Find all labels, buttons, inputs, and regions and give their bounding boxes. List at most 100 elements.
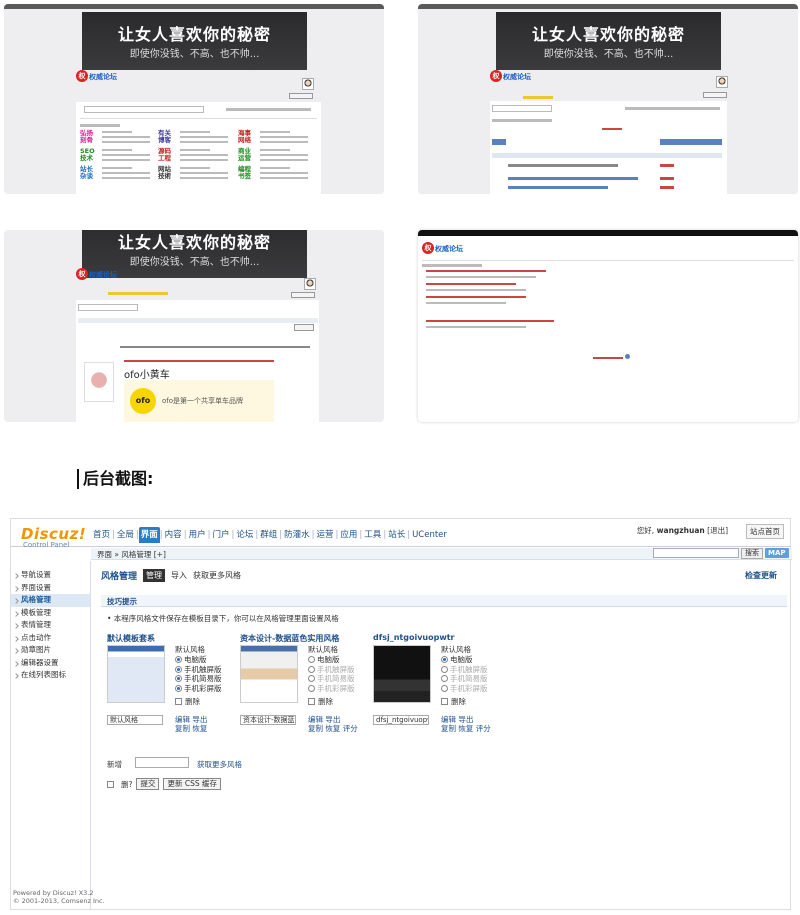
get-more-styles-link[interactable]: 获取更多风格 bbox=[197, 759, 242, 770]
style-link[interactable]: 编辑 bbox=[175, 715, 192, 724]
style-option[interactable]: 手机彩屏版 bbox=[441, 684, 488, 694]
map-button[interactable]: MAP bbox=[765, 548, 789, 558]
style-option[interactable]: 手机简易版 bbox=[175, 674, 222, 684]
forum-category[interactable]: 网站 技術 bbox=[158, 166, 174, 180]
pagination[interactable] bbox=[660, 139, 722, 145]
radio-3[interactable] bbox=[441, 675, 448, 683]
forum-category[interactable]: 站长 杂谈 bbox=[80, 166, 96, 180]
admin-search-button[interactable]: 搜索 bbox=[741, 548, 763, 559]
site-home-button[interactable]: 站点首页 bbox=[746, 524, 784, 539]
login-button[interactable] bbox=[289, 93, 313, 99]
sidebar-item[interactable]: 勋章图片 bbox=[11, 644, 90, 657]
footer-link[interactable] bbox=[593, 357, 623, 359]
sidebar-item[interactable]: 导航设置 bbox=[11, 569, 90, 582]
sidebar-item[interactable]: 编辑器设置 bbox=[11, 657, 90, 670]
delete-checkbox[interactable] bbox=[175, 697, 182, 705]
new-style-input[interactable] bbox=[135, 757, 189, 768]
delete-checkbox[interactable] bbox=[441, 697, 448, 705]
style-link[interactable]: 恢复 bbox=[192, 724, 207, 733]
radio-1[interactable] bbox=[441, 655, 448, 663]
radio-2[interactable] bbox=[175, 665, 182, 673]
style-name[interactable]: 资本设计-数据蓝色实用风格 bbox=[240, 633, 339, 644]
style-link[interactable]: 编辑 bbox=[441, 715, 458, 724]
sidebar-item[interactable]: 表情管理 bbox=[11, 619, 90, 632]
login-button[interactable] bbox=[703, 92, 727, 98]
forum-category[interactable]: 弘扬 刻骨 bbox=[80, 130, 96, 144]
style-option[interactable]: 手机彩屏版 bbox=[308, 684, 355, 694]
thread-author[interactable] bbox=[660, 164, 674, 167]
style-delete[interactable]: 删除 bbox=[175, 697, 222, 707]
radio-3[interactable] bbox=[175, 675, 182, 683]
style-link[interactable]: 复制 bbox=[441, 724, 458, 733]
update-css-button[interactable]: 更新 CSS 缓存 bbox=[163, 778, 222, 790]
thread-title[interactable] bbox=[426, 320, 554, 322]
sidebar-item[interactable]: 模板管理 bbox=[11, 607, 90, 620]
rules-link[interactable] bbox=[602, 128, 622, 130]
style-name[interactable]: dfsj_ntgoivuopwtr bbox=[373, 633, 455, 642]
nav-item[interactable]: 用户 bbox=[187, 527, 208, 543]
check-update-link[interactable]: 检查更新 bbox=[745, 570, 777, 581]
forum-category[interactable]: 海事 网络 bbox=[238, 130, 254, 144]
nav-item[interactable]: 站长 bbox=[386, 527, 407, 543]
style-option[interactable]: 手机彩屏版 bbox=[175, 684, 222, 694]
nav-item[interactable]: 论坛 bbox=[234, 527, 255, 543]
forum-category[interactable]: 有关 博客 bbox=[158, 130, 174, 144]
nav-item[interactable]: 防灌水 bbox=[282, 527, 312, 543]
login-button[interactable] bbox=[291, 292, 315, 298]
nav-item[interactable]: 群组 bbox=[258, 527, 279, 543]
reply-button[interactable] bbox=[294, 324, 314, 331]
style-option[interactable]: 手机触屏版 bbox=[441, 665, 488, 675]
forum-category[interactable]: 编程 书签 bbox=[238, 166, 254, 180]
tab[interactable]: 获取更多风格 bbox=[193, 570, 241, 581]
logout-link[interactable]: [退出] bbox=[707, 526, 728, 535]
nav-item[interactable]: 全局 bbox=[115, 527, 136, 543]
style-name-input[interactable]: 资本设计-数据蓝色 bbox=[240, 715, 296, 725]
thread-row[interactable] bbox=[508, 186, 608, 189]
forum-category[interactable]: 源码 工程 bbox=[158, 148, 174, 162]
style-name[interactable]: 默认模板套系 bbox=[107, 633, 155, 644]
search-input[interactable] bbox=[492, 105, 552, 112]
radio-4[interactable] bbox=[441, 685, 448, 693]
nav-item[interactable]: 首页 bbox=[91, 527, 112, 543]
search-input[interactable] bbox=[78, 304, 138, 311]
thread-author[interactable] bbox=[660, 177, 674, 180]
thread-author[interactable] bbox=[660, 186, 674, 189]
tab[interactable]: 管理 bbox=[143, 569, 166, 582]
style-thumbnail[interactable] bbox=[373, 645, 431, 703]
style-option[interactable]: 电脑版 bbox=[441, 655, 488, 665]
tab[interactable]: 导入 bbox=[171, 570, 187, 581]
style-link[interactable]: 复制 bbox=[175, 724, 192, 733]
style-link[interactable]: 复制 bbox=[308, 724, 325, 733]
sidebar-item[interactable]: 界面设置 bbox=[11, 582, 90, 595]
radio-1[interactable] bbox=[308, 655, 315, 663]
nav-item[interactable]: 内容 bbox=[163, 527, 184, 543]
admin-search-input[interactable] bbox=[653, 548, 739, 558]
nav-item[interactable]: 界面 bbox=[138, 527, 160, 543]
delete-checkbox[interactable] bbox=[107, 780, 114, 788]
style-thumbnail[interactable] bbox=[240, 645, 298, 703]
style-link[interactable]: 评分 bbox=[343, 724, 358, 733]
style-thumbnail[interactable] bbox=[107, 645, 165, 703]
delete-checkbox[interactable] bbox=[308, 697, 315, 705]
radio-4[interactable] bbox=[308, 685, 315, 693]
style-option[interactable]: 电脑版 bbox=[175, 655, 222, 665]
highlight-links[interactable] bbox=[108, 292, 168, 295]
thread-title[interactable] bbox=[426, 283, 516, 285]
sidebar-item[interactable]: 点击动作 bbox=[11, 632, 90, 645]
style-link[interactable]: 恢复 bbox=[458, 724, 475, 733]
thread-title[interactable] bbox=[426, 270, 546, 272]
radio-1[interactable] bbox=[175, 655, 182, 663]
radio-2[interactable] bbox=[308, 665, 315, 673]
nav-item[interactable]: 工具 bbox=[362, 527, 383, 543]
style-name-input[interactable]: dfsj_ntgoivuopw bbox=[373, 715, 429, 725]
style-link[interactable]: 编辑 bbox=[308, 715, 325, 724]
avatar[interactable] bbox=[304, 278, 316, 290]
radio-3[interactable] bbox=[308, 675, 315, 683]
hot-links[interactable] bbox=[625, 107, 720, 110]
style-option[interactable]: 手机触屏版 bbox=[308, 665, 355, 675]
highlight-links[interactable] bbox=[523, 96, 553, 99]
thread-row[interactable] bbox=[508, 164, 618, 167]
style-delete[interactable]: 删除 bbox=[308, 697, 355, 707]
sidebar-item[interactable]: 在线列表图标 bbox=[11, 669, 90, 682]
style-link[interactable]: 导出 bbox=[325, 715, 340, 724]
